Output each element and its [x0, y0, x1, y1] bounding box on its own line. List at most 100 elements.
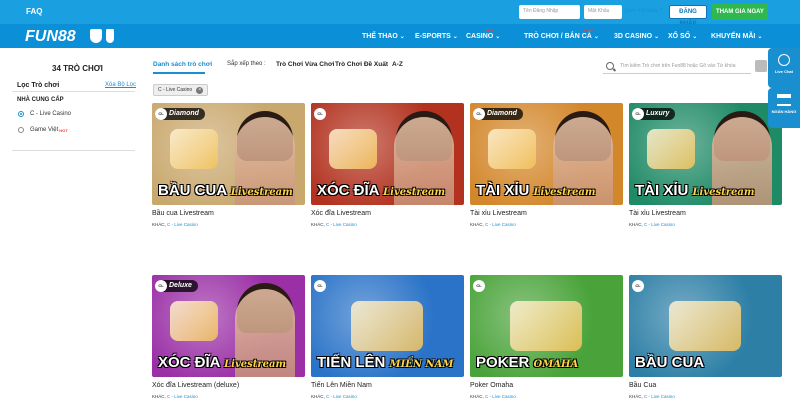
new-badge: NEW: [484, 28, 495, 33]
password-input[interactable]: Mật Khẩu: [584, 5, 622, 19]
chip-label: C - Live Casino: [158, 87, 193, 93]
radio-checked-icon[interactable]: [18, 111, 24, 117]
game-prop-image: [488, 129, 536, 169]
game-card[interactable]: Diamond CL BẦU CUA Livestream Bầu cua Lives…: [152, 103, 305, 227]
bank-button[interactable]: NGÂN HÀNG: [768, 88, 800, 128]
game-card[interactable]: CL XÓC ĐĨA Livestream Xóc đĩa Livestream KH…: [311, 103, 464, 227]
live-chat-button[interactable]: Live Chat: [768, 48, 800, 88]
game-count: 34 TRÒ CHƠI: [52, 64, 103, 73]
game-title-main: BẦU CUA: [158, 182, 227, 199]
search-icon[interactable]: [606, 62, 614, 70]
join-now-button[interactable]: THAM GIA NGAY: [712, 4, 768, 20]
game-name[interactable]: Bầu cua Livestream: [152, 210, 305, 217]
game-prop-image: [647, 129, 695, 169]
game-prop-image: [170, 301, 218, 341]
nav-item-label: XỔ SỐ: [668, 33, 691, 40]
game-name[interactable]: Xóc đĩa Livestream (deluxe): [152, 382, 305, 389]
tab-game-list[interactable]: Danh sách trò chơi: [153, 61, 212, 68]
sort-recently-played[interactable]: Trò Chơi Vừa Chơi: [276, 61, 334, 68]
game-category: KHÁC,: [629, 394, 643, 399]
game-thumbnail[interactable]: CL TIẾN LÊN MIỀN NAM: [311, 275, 464, 377]
game-provider-link[interactable]: C - Live Casino: [485, 394, 516, 399]
nav-item-label: THỂ THAO: [362, 33, 398, 40]
game-meta: KHÁC, C - Live Casino: [311, 222, 464, 227]
game-title-art: TÀI XỈU Livestream: [635, 182, 754, 199]
game-provider-link[interactable]: C - Live Casino: [326, 394, 357, 399]
game-provider-link[interactable]: C - Live Casino: [644, 222, 675, 227]
game-title-art: BẦU CUA Livestream: [158, 182, 293, 199]
game-title-main: BẦU CUA: [635, 354, 705, 371]
game-card[interactable]: CL TIẾN LÊN MIỀN NAM Tiến Lên Miền Nam KHÁC…: [311, 275, 464, 399]
game-card[interactable]: Diamond CL TÀI XỈU Livestream Tài xỉu Lives…: [470, 103, 623, 227]
game-provider-link[interactable]: C - Live Casino: [326, 222, 357, 227]
game-title-art: POKER OMAHA: [476, 354, 578, 371]
game-category: KHÁC,: [470, 394, 484, 399]
game-prop-image: [510, 301, 582, 351]
game-title-sub: MIỀN NAM: [389, 359, 454, 370]
game-thumbnail[interactable]: Deluxe CL XÓC ĐĨA Livestream: [152, 275, 305, 377]
game-card[interactable]: Luxury CL TÀI XỈU Livestream Tài xỉu Livest…: [629, 103, 782, 227]
game-thumbnail[interactable]: Luxury CL TÀI XỈU Livestream: [629, 103, 782, 205]
sort-recommended[interactable]: Trò Chơi Đề Xuất: [335, 61, 388, 68]
game-card[interactable]: CL BẦU CUA Bầu Cua KHÁC, C - Live Casino: [629, 275, 782, 399]
nav-item-promotions[interactable]: KHUYẾN MÃI ⌄: [711, 33, 762, 40]
sort-a-z[interactable]: A-Z: [392, 61, 403, 68]
radio-icon[interactable]: [18, 127, 24, 133]
game-thumbnail[interactable]: CL XÓC ĐĨA Livestream: [311, 103, 464, 205]
game-card[interactable]: CL POKER OMAHA Poker Omaha KHÁC, C - Live C…: [470, 275, 623, 399]
live-chat-label: Live Chat: [774, 69, 793, 74]
game-category: KHÁC,: [311, 222, 325, 227]
game-name[interactable]: Poker Omaha: [470, 382, 623, 389]
game-provider-link[interactable]: C - Live Casino: [167, 222, 198, 227]
provider-title[interactable]: NHÀ CUNG CẤP: [17, 97, 64, 103]
game-name[interactable]: Tiến Lên Miền Nam: [311, 382, 464, 389]
game-thumbnail[interactable]: Diamond CL TÀI XỈU Livestream: [470, 103, 623, 205]
game-name[interactable]: Tài xỉu Livestream: [629, 210, 782, 217]
active-filter-chip[interactable]: C - Live Casino ×: [153, 84, 209, 96]
game-provider-link[interactable]: C - Live Casino: [644, 394, 675, 399]
nav-item-3d-casino[interactable]: 3D CASINO ⌄: [614, 33, 659, 40]
game-card[interactable]: Deluxe CL XÓC ĐĨA Livestream Xóc đĩa Livest…: [152, 275, 305, 399]
provider-logo-icon: CL: [155, 280, 167, 292]
faq-link[interactable]: FAQ: [26, 7, 42, 16]
game-provider-link[interactable]: C - Live Casino: [485, 222, 516, 227]
login-button[interactable]: ĐĂNG NHẬP: [669, 5, 707, 27]
new-badge: NEW: [583, 28, 593, 33]
game-title-sub: Livestream: [533, 187, 596, 198]
game-category: KHÁC,: [470, 222, 484, 227]
nav-item-label: 3D CASINO: [614, 33, 653, 40]
clear-filter-link[interactable]: Xóa Bộ Lọc: [105, 82, 136, 88]
game-title-art: TÀI XỈU Livestream: [476, 182, 595, 199]
hot-badge: HOT: [59, 127, 68, 133]
chevron-down-icon: ⌄: [654, 34, 660, 40]
game-thumbnail[interactable]: CL POKER OMAHA: [470, 275, 623, 377]
provider-logo-icon: CL: [632, 280, 644, 292]
fun88-logo[interactable]: FUN88: [25, 28, 76, 46]
game-name[interactable]: Tài xỉu Livestream: [470, 210, 623, 217]
provider-option-game-viet[interactable]: Game Việt HOT: [18, 127, 68, 133]
nav-item-casino[interactable]: CASINO ⌄ NEW: [466, 28, 500, 40]
username-input[interactable]: Tên Đăng Nhập: [519, 5, 580, 19]
game-provider-link[interactable]: C - Live Casino: [167, 394, 198, 399]
game-category: KHÁC,: [152, 222, 166, 227]
provider-label: C - Live Casino: [30, 111, 72, 117]
game-category: KHÁC,: [311, 394, 325, 399]
grid-view-icon[interactable]: [755, 60, 767, 72]
game-category: KHÁC,: [629, 222, 643, 227]
forgot-password-link[interactable]: Quên mật khẩu ?: [624, 8, 662, 14]
nav-item-sports[interactable]: THỂ THAO ⌄: [362, 33, 405, 40]
divider: [12, 91, 135, 92]
provider-option-c-live-casino[interactable]: C - Live Casino: [18, 111, 71, 117]
nav-item-games-fishing[interactable]: TRÒ CHƠI / BẮN CÁ ⌄ NEW: [524, 28, 599, 40]
game-meta: KHÁC, C - Live Casino: [152, 222, 305, 227]
nav-item-lottery[interactable]: XỔ SỐ ⌄: [668, 33, 697, 40]
game-name[interactable]: Bầu Cua: [629, 382, 782, 389]
nav-item-label: CASINO: [466, 33, 494, 40]
game-name[interactable]: Xóc đĩa Livestream: [311, 210, 464, 217]
game-meta: KHÁC, C - Live Casino: [470, 394, 623, 399]
game-thumbnail[interactable]: Diamond CL BẦU CUA Livestream: [152, 103, 305, 205]
nav-item-esports[interactable]: E-SPORTS ⌄: [415, 33, 458, 40]
game-prop-image: [170, 129, 218, 169]
close-icon[interactable]: ×: [196, 86, 204, 94]
game-thumbnail[interactable]: CL BẦU CUA: [629, 275, 782, 377]
